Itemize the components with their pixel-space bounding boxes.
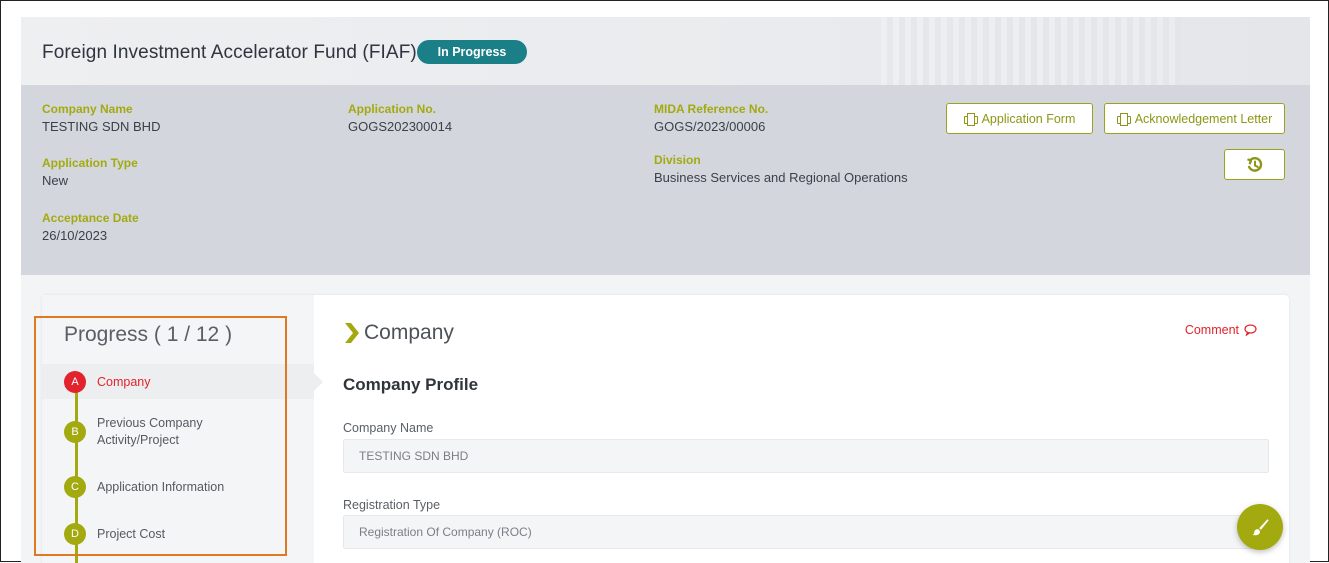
application-no-field: Application No. GOGS202300014 xyxy=(348,102,452,134)
step-letter-badge: A xyxy=(64,371,86,393)
printer-icon xyxy=(1116,113,1131,126)
acceptance-date-label: Acceptance Date xyxy=(42,211,139,225)
company-name-input[interactable]: TESTING SDN BHD xyxy=(343,439,1269,473)
division-field: Division Business Services and Regional … xyxy=(654,153,908,185)
section-content: Company Comment Company Profile Company … xyxy=(314,295,1289,563)
mida-reference-field: MIDA Reference No. GOGS/2023/00006 xyxy=(654,102,768,134)
progress-step-company[interactable]: A Company xyxy=(64,371,304,393)
comment-icon xyxy=(1244,324,1257,336)
application-info-panel: Company Name TESTING SDN BHD Application… xyxy=(21,85,1310,275)
progress-step-application-information[interactable]: C Application Information xyxy=(64,476,304,498)
company-profile-heading: Company Profile xyxy=(343,375,479,394)
acceptance-date-value: 26/10/2023 xyxy=(42,228,108,243)
application-no-label: Application No. xyxy=(348,102,436,116)
application-page: Foreign Investment Accelerator Fund (FIA… xyxy=(21,17,1310,563)
company-name-value: TESTING SDN BHD xyxy=(42,119,161,134)
section-title: Company xyxy=(364,321,454,344)
application-type-field: Application Type New xyxy=(42,156,138,188)
history-icon xyxy=(1246,156,1262,172)
paint-brush-icon xyxy=(1252,519,1269,536)
registration-type-input[interactable]: Registration Of Company (ROC) xyxy=(343,515,1269,549)
application-form-button[interactable]: Application Form xyxy=(946,103,1093,134)
background-decoration xyxy=(881,17,1181,85)
application-type-value: New xyxy=(42,173,69,188)
step-label: Company xyxy=(97,374,151,389)
comment-link[interactable]: Comment xyxy=(1185,323,1257,337)
status-badge: In Progress xyxy=(417,40,527,64)
registration-type-input-label: Registration Type xyxy=(343,498,441,512)
progress-title: Progress ( 1 / 12 ) xyxy=(64,323,233,346)
progress-step-project-cost[interactable]: D Project Cost xyxy=(64,523,304,545)
application-detail-card: Progress ( 1 / 12 ) A Company B Previous… xyxy=(42,295,1289,563)
division-label: Division xyxy=(654,153,701,167)
printer-icon xyxy=(963,113,978,126)
comment-label: Comment xyxy=(1184,323,1239,337)
mida-reference-label: MIDA Reference No. xyxy=(654,102,769,116)
acknowledgement-letter-button[interactable]: Acknowledgement Letter xyxy=(1104,103,1285,134)
chevron-right-icon xyxy=(345,323,359,343)
step-label: Project Cost xyxy=(97,526,166,541)
application-no-value: GOGS202300014 xyxy=(348,119,453,134)
acceptance-date-field: Acceptance Date 26/10/2023 xyxy=(42,211,139,243)
company-name-label: Company Name xyxy=(42,102,133,116)
step-letter-badge: B xyxy=(64,421,86,443)
application-type-label: Application Type xyxy=(42,156,138,170)
division-value: Business Services and Regional Operation… xyxy=(654,170,908,185)
step-label: Previous Company Activity/Project xyxy=(97,416,203,447)
acknowledgement-letter-label: Acknowledgement Letter xyxy=(1134,111,1273,126)
step-letter-badge: D xyxy=(64,523,86,545)
progress-step-previous-company-activity[interactable]: B Previous Company Activity/Project xyxy=(64,415,304,449)
step-label: Application Information xyxy=(97,479,225,494)
progress-sidebar: Progress ( 1 / 12 ) A Company B Previous… xyxy=(42,295,323,563)
history-button[interactable] xyxy=(1224,149,1285,180)
mida-reference-value: GOGS/2023/00006 xyxy=(654,119,766,134)
theme-brush-button[interactable] xyxy=(1237,504,1283,550)
screen-frame: Foreign Investment Accelerator Fund (FIA… xyxy=(0,0,1329,563)
application-form-label: Application Form xyxy=(981,111,1076,126)
company-name-input-label: Company Name xyxy=(343,421,434,435)
step-letter-badge: C xyxy=(64,476,86,498)
title-band: Foreign Investment Accelerator Fund (FIA… xyxy=(21,17,1310,85)
page-title: Foreign Investment Accelerator Fund (FIA… xyxy=(42,42,417,63)
company-name-field: Company Name TESTING SDN BHD xyxy=(42,102,160,134)
